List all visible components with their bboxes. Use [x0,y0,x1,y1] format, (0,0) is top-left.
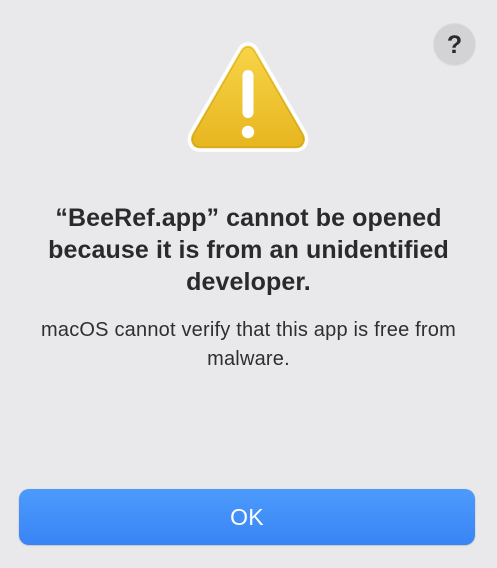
help-button[interactable]: ? [434,24,475,65]
ok-button[interactable]: OK [19,489,475,545]
dialog-message: macOS cannot verify that this app is fre… [41,319,456,370]
alert-dialog: ? “BeeRef.app” cannot be opened because … [0,0,497,568]
ok-button-label: OK [230,503,264,530]
warning-triangle-icon [187,42,309,152]
dialog-title: “BeeRef.app” cannot be opened because it… [48,204,449,296]
help-icon: ? [446,30,463,59]
